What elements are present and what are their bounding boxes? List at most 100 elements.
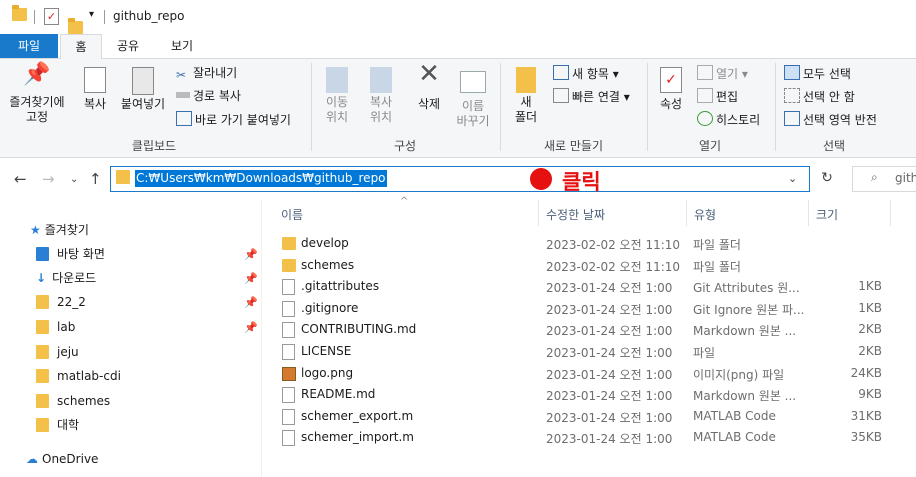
address-dropdown-chevron-icon[interactable]: ⌄ — [788, 172, 797, 185]
file-modified: 2023-01-24 오전 1:00 — [546, 346, 673, 360]
rename-button[interactable]: 이름 바꾸기 — [452, 67, 494, 129]
file-type: MATLAB Code — [693, 430, 776, 444]
paste-icon — [132, 67, 154, 95]
file-row[interactable]: develop 2023-02-02 오전 11:10 파일 폴더 — [280, 233, 890, 254]
copy-to-button[interactable]: 복사 위치 — [360, 67, 402, 125]
nav-onedrive[interactable]: ☁ OneDrive — [26, 451, 98, 467]
select-all-icon — [784, 65, 800, 80]
file-icon — [282, 279, 295, 295]
file-name: schemes — [301, 258, 355, 272]
move-to-button[interactable]: 이동 위치 — [316, 67, 358, 125]
column-header-type[interactable]: 유형 — [694, 206, 716, 223]
new-item-button[interactable]: 새 항목 ▾ — [553, 65, 619, 82]
properties-icon: ✓ — [660, 67, 682, 93]
file-row[interactable]: .gitattributes 2023-01-24 오전 1:00 Git Attr… — [280, 276, 890, 297]
move-icon — [326, 67, 348, 93]
file-row[interactable]: schemer_export.m 2023-01-24 오전 1:00 MATLAB… — [280, 406, 890, 427]
properties-qat-icon[interactable]: ✓ — [44, 8, 59, 25]
nav-item-lab[interactable]: lab — [36, 319, 75, 335]
file-row[interactable]: CONTRIBUTING.md 2023-01-24 오전 1:00 Markdow… — [280, 319, 890, 340]
folder-icon — [36, 418, 49, 432]
back-arrow-icon[interactable]: ← — [14, 170, 27, 188]
file-row[interactable]: LICENSE 2023-01-24 오전 1:00 파일 2KB — [280, 341, 890, 362]
file-name: CONTRIBUTING.md — [301, 322, 417, 336]
open-button[interactable]: 열기 ▾ — [697, 65, 748, 82]
file-name: .gitattributes — [301, 279, 380, 293]
path-icon — [176, 92, 190, 98]
pin-quick-access-button[interactable]: 📌 즐겨찾기에 고정 — [4, 64, 70, 125]
folder-icon — [282, 259, 296, 272]
copy-path-button[interactable]: 경로 복사 — [176, 88, 241, 104]
search-input[interactable]: gith — [895, 171, 916, 185]
column-header-size[interactable]: 크기 — [816, 206, 838, 223]
search-icon: ⌕ — [871, 170, 878, 184]
copy-button[interactable]: 복사 — [78, 67, 112, 112]
edit-button[interactable]: 편집 — [697, 88, 738, 105]
column-header-name[interactable]: 이름 — [281, 206, 303, 223]
star-icon: ★ — [30, 223, 41, 237]
forward-arrow-icon[interactable]: → — [42, 170, 55, 188]
new-folder-icon — [516, 67, 536, 93]
delete-x-icon: ✕ — [418, 59, 440, 89]
file-row[interactable]: logo.png 2023-01-24 오전 1:00 이미지(png) 파일 24K… — [280, 363, 890, 384]
cut-button[interactable]: ✂ 잘라내기 — [176, 65, 237, 82]
file-type: Git Attributes 원... — [693, 281, 800, 295]
copy-icon — [84, 67, 106, 93]
file-name: .gitignore — [301, 301, 359, 315]
nav-item-22-2[interactable]: 22_2 — [36, 294, 86, 310]
file-row[interactable]: README.md 2023-01-24 오전 1:00 Markdown 원본 .… — [280, 384, 890, 405]
nav-item-jeju[interactable]: jeju — [36, 344, 79, 360]
properties-button[interactable]: ✓ 속성 — [652, 67, 690, 112]
file-row[interactable]: .gitignore 2023-01-24 오전 1:00 Git Ignore 원… — [280, 298, 890, 319]
menu-bar: 파일 홈 공유 보기 — [0, 34, 916, 60]
desktop-icon — [36, 247, 49, 261]
folder-icon — [36, 295, 49, 309]
file-icon — [282, 387, 295, 403]
file-size: 9KB — [858, 387, 882, 401]
divider — [34, 10, 35, 24]
file-type: MATLAB Code — [693, 409, 776, 423]
nav-item-university[interactable]: 대학 — [36, 417, 79, 433]
nav-item-desktop[interactable]: 바탕 화면 — [36, 246, 105, 262]
file-modified: 2023-01-24 오전 1:00 — [546, 303, 673, 317]
nav-item-matlab-cdi[interactable]: matlab-cdi — [36, 368, 121, 384]
nav-item-downloads[interactable]: ↓ 다운로드 — [36, 270, 96, 286]
nav-quick-access[interactable]: ★ 즐겨찾기 — [30, 222, 89, 238]
recent-locations-chevron-icon[interactable]: ⌄ — [70, 174, 78, 185]
tab-view[interactable]: 보기 — [162, 34, 202, 58]
column-header-modified[interactable]: 수정한 날짜 — [546, 206, 605, 223]
history-button[interactable]: 히스토리 — [697, 111, 760, 128]
file-row[interactable]: schemer_import.m 2023-01-24 오전 1:00 MATLAB… — [280, 427, 890, 448]
file-type: 이미지(png) 파일 — [693, 368, 785, 382]
paste-shortcut-button[interactable]: 바로 가기 붙여넣기 — [176, 111, 291, 128]
file-row[interactable]: schemes 2023-02-02 오전 11:10 파일 폴더 — [280, 255, 890, 276]
delete-button[interactable]: ✕ 삭제 — [408, 59, 450, 112]
annotation-dot — [530, 168, 552, 190]
qat-dropdown-icon[interactable]: ▾ — [89, 9, 94, 20]
paste-button[interactable]: 붙여넣기 — [118, 67, 168, 112]
window-title: github_repo — [113, 9, 185, 23]
file-modified: 2023-01-24 오전 1:00 — [546, 324, 673, 338]
select-all-button[interactable]: 모두 선택 — [784, 65, 851, 82]
new-folder-qat-icon[interactable] — [68, 18, 83, 34]
tab-file[interactable]: 파일 — [0, 34, 58, 58]
easy-access-icon — [553, 88, 569, 103]
tab-home[interactable]: 홈 — [60, 34, 102, 60]
nav-item-schemes[interactable]: schemes — [36, 393, 110, 409]
file-modified: 2023-01-24 오전 1:00 — [546, 432, 673, 446]
tab-share[interactable]: 공유 — [108, 34, 148, 58]
file-modified: 2023-02-02 오전 11:10 — [546, 260, 681, 274]
select-none-button[interactable]: 선택 안 함 — [784, 88, 855, 105]
divider — [890, 200, 891, 226]
up-arrow-icon[interactable]: ↑ — [89, 170, 102, 188]
address-path-input[interactable]: C:₩Users₩km₩Downloads₩github_repo — [135, 170, 387, 187]
file-icon — [282, 301, 295, 317]
invert-selection-icon — [784, 111, 800, 126]
refresh-icon[interactable]: ↻ — [814, 166, 840, 190]
ribbon: 📌 즐겨찾기에 고정 복사 붙여넣기 ✂ 잘라내기 경로 복사 바로 가기 붙여넣… — [0, 59, 916, 158]
new-folder-button[interactable]: 새 폴더 — [506, 67, 546, 125]
easy-access-button[interactable]: 빠른 연결 ▾ — [553, 88, 630, 105]
divider — [104, 10, 105, 24]
folder-icon — [282, 237, 296, 250]
invert-selection-button[interactable]: 선택 영역 반전 — [784, 111, 877, 128]
